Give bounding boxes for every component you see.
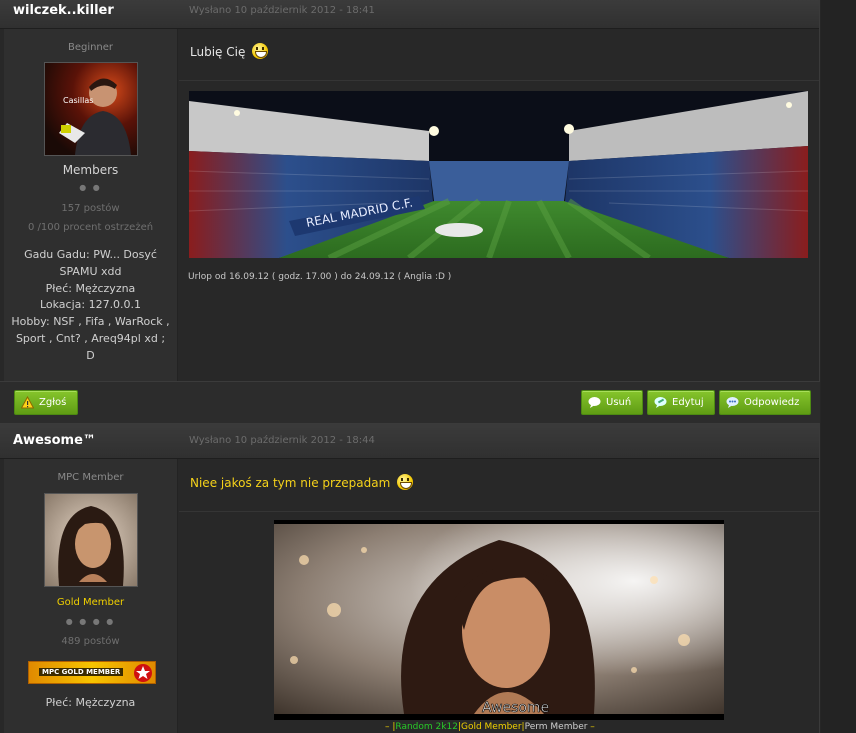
edit-bubble-icon bbox=[654, 397, 667, 408]
signature-text: Urlop od 16.09.12 ( godz. 17.00 ) do 24.… bbox=[188, 272, 452, 282]
report-label: Zgłoś bbox=[39, 397, 67, 408]
post-message: Lubię Cię bbox=[190, 43, 269, 59]
grin-smiley-icon bbox=[252, 43, 269, 59]
avatar[interactable] bbox=[44, 493, 138, 587]
post-count: 157 postów bbox=[61, 203, 120, 214]
rank-pips: ● ● bbox=[79, 183, 102, 192]
signature-links: – |Random 2k12|Gold Member|Perm Member – bbox=[385, 722, 595, 732]
avatar-image: Casillas bbox=[45, 63, 137, 155]
signature-separator bbox=[179, 511, 819, 512]
speech-bubble-icon bbox=[588, 397, 601, 408]
post-content: Lubię Cię REAL MADRID C.F. Urlop od 16.0… bbox=[179, 29, 819, 381]
warning-level[interactable]: 0 /100 procent ostrzeżeń bbox=[4, 222, 177, 233]
grin-smiley-icon bbox=[397, 474, 414, 490]
avatar-caption: Casillas bbox=[63, 96, 93, 105]
message-text: Niee jakoś za tym nie przepadam bbox=[190, 476, 391, 490]
gold-member-badge: MPC GOLD MEMBER bbox=[28, 661, 156, 684]
rank-title: MPC Member bbox=[57, 472, 124, 483]
profile-fields: Płeć: Mężczyzna bbox=[10, 695, 171, 712]
profile-field: Lokacja: 127.0.0.1 bbox=[39, 298, 142, 312]
warning-icon bbox=[21, 396, 34, 409]
rank-title: Beginner bbox=[67, 42, 114, 53]
banner-text: Awesome bbox=[482, 700, 549, 716]
rank-pips: ● ● ● ● bbox=[65, 617, 116, 626]
post-author[interactable]: Awesome™ bbox=[13, 433, 96, 448]
profile-fields: Gadu Gadu: PW... Dosyć SPAMU xdd Płeć: M… bbox=[10, 247, 171, 365]
avatar[interactable]: Casillas bbox=[44, 62, 138, 156]
awesome-signature-banner: Awesome bbox=[274, 520, 724, 720]
reply-bubble-icon bbox=[726, 397, 739, 408]
edit-label: Edytuj bbox=[672, 397, 704, 408]
author-sidebar: MPC Member Gold Member ● ● ● ● 489 postó… bbox=[4, 459, 178, 733]
stadium-signature-image: REAL MADRID C.F. bbox=[189, 91, 808, 258]
delete-label: Usuń bbox=[606, 397, 632, 408]
profile-field: Hobby: NSF , Fifa , WarRock , Sport , Cn… bbox=[11, 315, 170, 362]
reply-label: Odpowiedz bbox=[744, 397, 800, 408]
post-date: Wysłano 10 październik 2012 - 18:44 bbox=[189, 435, 375, 446]
badge-text: MPC GOLD MEMBER bbox=[39, 668, 124, 676]
post-header: Awesome™ Wysłano 10 październik 2012 - 1… bbox=[0, 423, 819, 459]
profile-field: Płeć: Mężczyzna bbox=[45, 696, 136, 709]
post-date: Wysłano 10 październik 2012 - 18:41 bbox=[189, 5, 375, 16]
post-1: wilczek..killer Wysłano 10 październik 2… bbox=[0, 0, 820, 381]
signature: REAL MADRID C.F. Urlop od 16.09.12 ( god… bbox=[179, 81, 819, 381]
author-sidebar: Beginner Casillas Members ● ● 157 postów… bbox=[4, 29, 178, 381]
profile-field: Gadu Gadu: PW... Dosyć SPAMU xdd bbox=[24, 248, 157, 278]
perm-member-link[interactable]: Perm Member bbox=[525, 722, 588, 732]
reply-button[interactable]: Odpowiedz bbox=[719, 390, 811, 415]
report-button[interactable]: Zgłoś bbox=[14, 390, 78, 415]
post-author[interactable]: wilczek..killer bbox=[13, 3, 114, 18]
delete-button[interactable]: Usuń bbox=[581, 390, 643, 415]
profile-field: Płeć: Mężczyzna bbox=[45, 281, 136, 295]
member-group: Gold Member bbox=[56, 597, 125, 608]
edit-button[interactable]: Edytuj bbox=[647, 390, 715, 415]
post-count: 489 postów bbox=[61, 636, 120, 647]
member-group: Members bbox=[62, 163, 119, 177]
post-actions: Zgłoś Usuń Edytuj Odpowiedz bbox=[0, 381, 820, 423]
avatar-image bbox=[45, 494, 137, 586]
star-icon bbox=[134, 664, 152, 682]
gold-member-link[interactable]: Gold Member bbox=[461, 722, 522, 732]
stadium-image: REAL MADRID C.F. bbox=[189, 91, 808, 258]
post-header: wilczek..killer Wysłano 10 październik 2… bbox=[0, 0, 819, 29]
post-message: Niee jakoś za tym nie przepadam bbox=[190, 474, 414, 490]
message-text: Lubię Cię bbox=[190, 45, 246, 59]
page-background-right bbox=[821, 0, 856, 733]
banner-image: Awesome bbox=[274, 520, 724, 720]
random-link[interactable]: Random 2k12 bbox=[395, 722, 458, 732]
